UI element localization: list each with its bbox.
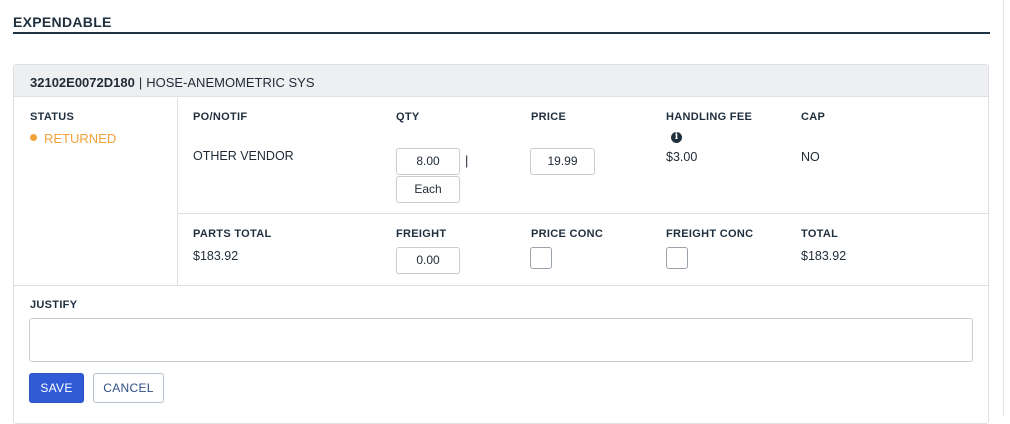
status-label: STATUS xyxy=(30,111,75,123)
info-icon[interactable]: i xyxy=(671,132,682,143)
cap-label: CAP xyxy=(801,111,826,123)
price-label: PRICE xyxy=(531,111,567,123)
freight-input[interactable]: 0.00 xyxy=(396,247,460,274)
price-conc-label: PRICE CONC xyxy=(531,228,604,240)
status-dot-icon xyxy=(30,134,37,141)
justify-label: JUSTIFY xyxy=(30,299,78,311)
freight-conc-checkbox[interactable] xyxy=(666,247,688,269)
price-conc-checkbox[interactable] xyxy=(530,247,552,269)
qty-unit-select[interactable]: Each xyxy=(396,176,460,203)
panel-edge xyxy=(1003,0,1004,416)
qty-input[interactable]: 8.00 xyxy=(396,148,460,175)
price-input[interactable]: 19.99 xyxy=(530,148,595,175)
header-separator: | xyxy=(138,75,143,90)
status-value: RETURNED xyxy=(44,131,117,146)
part-card: 32102E0072D180 | HOSE-ANEMOMETRIC SYS STAT… xyxy=(13,64,989,424)
handling-fee-value: $3.00 xyxy=(666,150,698,164)
status-column xyxy=(14,98,178,285)
row-divider xyxy=(178,213,989,214)
part-number: 32102E0072D180 xyxy=(30,75,135,90)
handling-fee-label: HANDLING FEE xyxy=(666,111,753,123)
parts-total-label: PARTS TOTAL xyxy=(193,228,272,240)
justify-input[interactable] xyxy=(29,318,973,362)
freight-label: FREIGHT xyxy=(396,228,447,240)
po-notif-label: PO/NOTIF xyxy=(193,111,248,123)
freight-conc-label: FREIGHT CONC xyxy=(666,228,754,240)
save-button[interactable]: SAVE xyxy=(29,373,84,403)
cap-value: NO xyxy=(801,150,820,164)
card-header: 32102E0072D180 | HOSE-ANEMOMETRIC SYS xyxy=(14,65,988,97)
cancel-button[interactable]: CANCEL xyxy=(93,373,164,403)
justify-divider xyxy=(14,285,988,286)
qty-label: QTY xyxy=(396,111,420,123)
qty-separator: | xyxy=(465,153,469,168)
section-title: EXPENDABLE xyxy=(13,14,112,30)
total-label: TOTAL xyxy=(801,228,839,240)
parts-total-value: $183.92 xyxy=(193,249,239,263)
po-notif-value: OTHER VENDOR xyxy=(193,149,294,163)
total-value: $183.92 xyxy=(801,249,847,263)
part-description: HOSE-ANEMOMETRIC SYS xyxy=(146,75,315,90)
section-divider xyxy=(13,32,990,34)
